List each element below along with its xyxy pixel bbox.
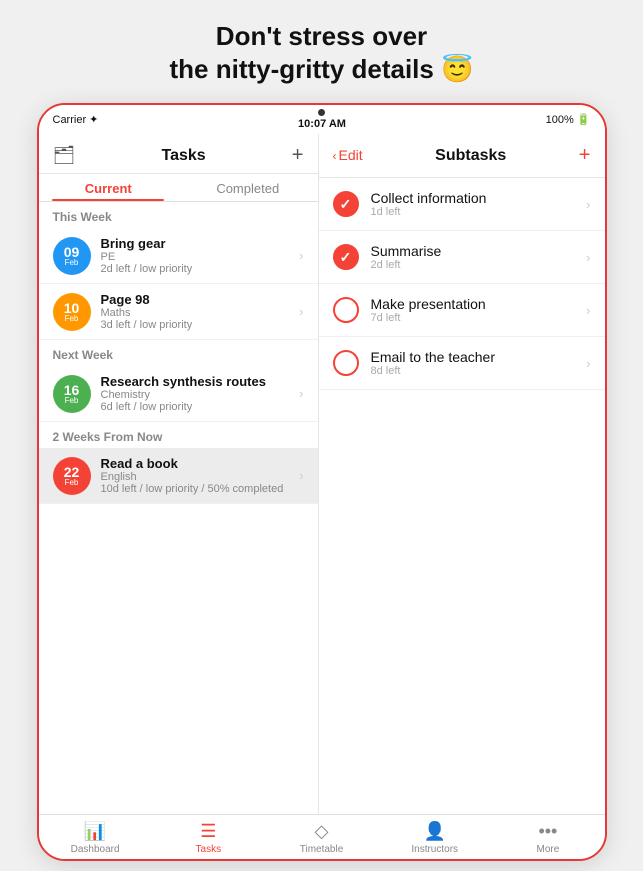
- tab-more[interactable]: ••• More: [491, 821, 604, 855]
- task-item[interactable]: 16 Feb Research synthesis routes Chemist…: [39, 366, 318, 422]
- headline-line1: Don't stress over: [216, 21, 427, 51]
- subtask-item[interactable]: Make presentation 7d left ›: [319, 284, 605, 337]
- task-item[interactable]: 10 Feb Page 98 Maths 3d left / low prior…: [39, 284, 318, 340]
- tab-tasks[interactable]: ☰ Tasks: [152, 821, 265, 855]
- timetable-icon: ◇: [315, 821, 329, 842]
- tasks-title: Tasks: [161, 147, 205, 165]
- section-this-week: This Week: [39, 202, 318, 228]
- more-icon: •••: [538, 821, 557, 842]
- section-next-week: Next Week: [39, 340, 318, 366]
- folder-icon: 🗂: [53, 145, 76, 166]
- edit-button[interactable]: ‹Edit: [333, 147, 363, 165]
- chevron-right-icon: ›: [299, 304, 303, 319]
- subtasks-title: Subtasks: [435, 147, 506, 165]
- chevron-right-icon: ›: [299, 468, 303, 483]
- chevron-left-icon: ‹: [333, 149, 337, 163]
- check-icon-unchecked[interactable]: [333, 350, 359, 376]
- instructors-icon: 👤: [424, 821, 446, 842]
- chevron-right-icon: ›: [299, 248, 303, 263]
- left-header: 🗂 Tasks +: [39, 134, 318, 174]
- tab-current[interactable]: Current: [39, 174, 179, 201]
- chevron-right-icon: ›: [586, 303, 590, 318]
- tab-dashboard[interactable]: 📊 Dashboard: [39, 821, 152, 855]
- check-icon-unchecked[interactable]: [333, 297, 359, 323]
- battery: 100% 🔋: [546, 113, 591, 126]
- add-task-button[interactable]: +: [292, 144, 304, 167]
- chevron-right-icon: ›: [299, 386, 303, 401]
- task-subject: Chemistry: [101, 389, 300, 401]
- task-date-badge: 10 Feb: [53, 293, 91, 331]
- tab-timetable[interactable]: ◇ Timetable: [265, 821, 378, 855]
- task-date-badge: 22 Feb: [53, 457, 91, 495]
- headline: Don't stress over the nitty-gritty detai…: [170, 20, 474, 85]
- check-icon-checked[interactable]: [333, 191, 359, 217]
- chevron-right-icon: ›: [586, 250, 590, 265]
- left-panel: 🗂 Tasks + Current Completed This Week 09…: [39, 134, 319, 814]
- task-item[interactable]: 09 Feb Bring gear PE 2d left / low prior…: [39, 228, 318, 284]
- tasks-icon: ☰: [200, 821, 216, 842]
- task-subject: PE: [101, 251, 300, 263]
- tab-instructors[interactable]: 👤 Instructors: [378, 821, 491, 855]
- task-subject: Maths: [101, 307, 300, 319]
- carrier: Carrier ✦: [53, 113, 99, 126]
- edit-label: Edit: [339, 147, 363, 163]
- subtask-item[interactable]: Summarise 2d left ›: [319, 231, 605, 284]
- time: 10:07 AM: [298, 118, 346, 130]
- status-bar: Carrier ✦ 10:07 AM 100% 🔋: [39, 105, 605, 134]
- headline-line2: the nitty-gritty details 😇: [170, 54, 474, 84]
- task-date-badge: 16 Feb: [53, 375, 91, 413]
- chevron-right-icon: ›: [586, 356, 590, 371]
- task-subject: English: [101, 471, 300, 483]
- chevron-right-icon: ›: [586, 197, 590, 212]
- check-icon-checked[interactable]: [333, 244, 359, 270]
- subtask-item[interactable]: Collect information 1d left ›: [319, 178, 605, 231]
- right-panel: ‹Edit Subtasks + Collect information 1d …: [319, 134, 605, 814]
- device-frame: Carrier ✦ 10:07 AM 100% 🔋 🗂 Tasks + Curr…: [37, 103, 607, 861]
- bottom-tab-bar: 📊 Dashboard ☰ Tasks ◇ Timetable 👤 Instru…: [39, 814, 605, 859]
- tasks-tabs: Current Completed: [39, 174, 318, 202]
- add-subtask-button[interactable]: +: [579, 144, 591, 167]
- app-body: 🗂 Tasks + Current Completed This Week 09…: [39, 134, 605, 814]
- task-date-badge: 09 Feb: [53, 237, 91, 275]
- tab-completed[interactable]: Completed: [178, 174, 318, 201]
- subtasks-header: ‹Edit Subtasks +: [319, 134, 605, 178]
- task-item[interactable]: 22 Feb Read a book English 10d left / lo…: [39, 448, 318, 504]
- section-2-weeks: 2 Weeks From Now: [39, 422, 318, 448]
- subtask-item[interactable]: Email to the teacher 8d left ›: [319, 337, 605, 390]
- dashboard-icon: 📊: [84, 821, 106, 842]
- camera-dot: [318, 109, 325, 116]
